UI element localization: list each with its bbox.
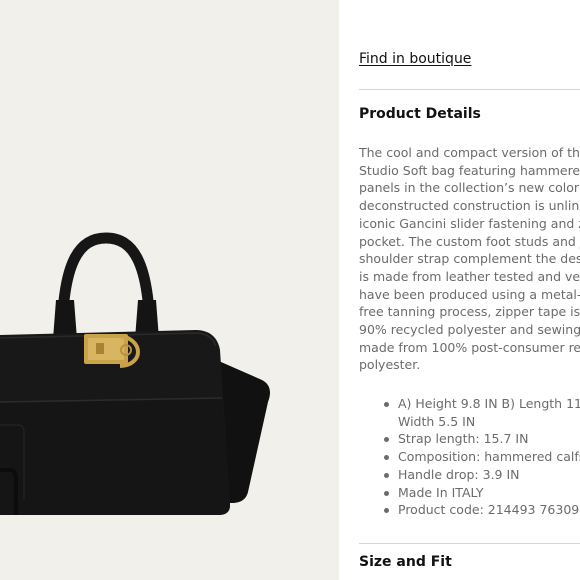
spec-text: Composition: hammered calfs [398,449,580,465]
product-image-panel [0,0,339,580]
description-line: pocket. The custom foot studs and ja [359,233,580,249]
spec-text: Made In ITALY [398,484,484,500]
spec-text: Handle drop: 3.9 IN [398,466,520,482]
description-line: 90% recycled polyester and sewing t [359,322,580,338]
spec-text: Width 5.5 IN [398,413,476,429]
spec-item-handle-drop: Handle drop: 3.9 IN [359,466,580,484]
product-details-heading[interactable]: Product Details [359,106,481,122]
spec-item-composition: Composition: hammered calfs [359,448,580,466]
product-image [0,232,270,515]
description-line: polyester. [359,357,421,373]
description-line: panels in the collection’s new color p [359,180,580,196]
product-description: The cool and compact version of the Stud… [359,144,580,374]
spec-item-product-code: Product code: 214493 763095 [359,501,580,519]
description-line: iconic Gancini slider fastening and zi [359,215,580,231]
spec-item-dimensions: A) Height 9.8 IN B) Length 11. Width 5.5… [359,395,580,430]
divider [359,543,580,544]
spec-list: A) Height 9.8 IN B) Length 11. Width 5.5… [359,395,580,519]
find-in-boutique-link[interactable]: Find in boutique [359,51,471,67]
product-details-panel: Find in boutique Product Details The coo… [339,0,580,580]
description-line: The cool and compact version of the [359,145,580,160]
divider [359,89,580,90]
size-and-fit-heading[interactable]: Size and Fit [359,554,452,570]
description-line: free tanning process, zipper tape is m [359,304,580,320]
bag-front-flap [0,398,230,515]
description-line: made from 100% post-consumer rec [359,339,580,355]
spec-text: Strap length: 15.7 IN [398,431,529,447]
description-line: deconstructed construction is unline [359,198,580,214]
spec-text: Product code: 214493 763095 [398,502,580,518]
description-line: shoulder strap complement the desig [359,251,580,267]
spec-item-made-in: Made In ITALY [359,484,580,502]
spec-item-strap-length: Strap length: 15.7 IN [359,430,580,448]
description-line: Studio Soft bag featuring hammered [359,162,580,178]
product-page: Find in boutique Product Details The coo… [0,0,580,580]
description-line: have been produced using a metal- [359,286,580,302]
spec-text: A) Height 9.8 IN B) Length 11. [398,396,580,411]
description-line: is made from leather tested and verif [359,268,580,284]
